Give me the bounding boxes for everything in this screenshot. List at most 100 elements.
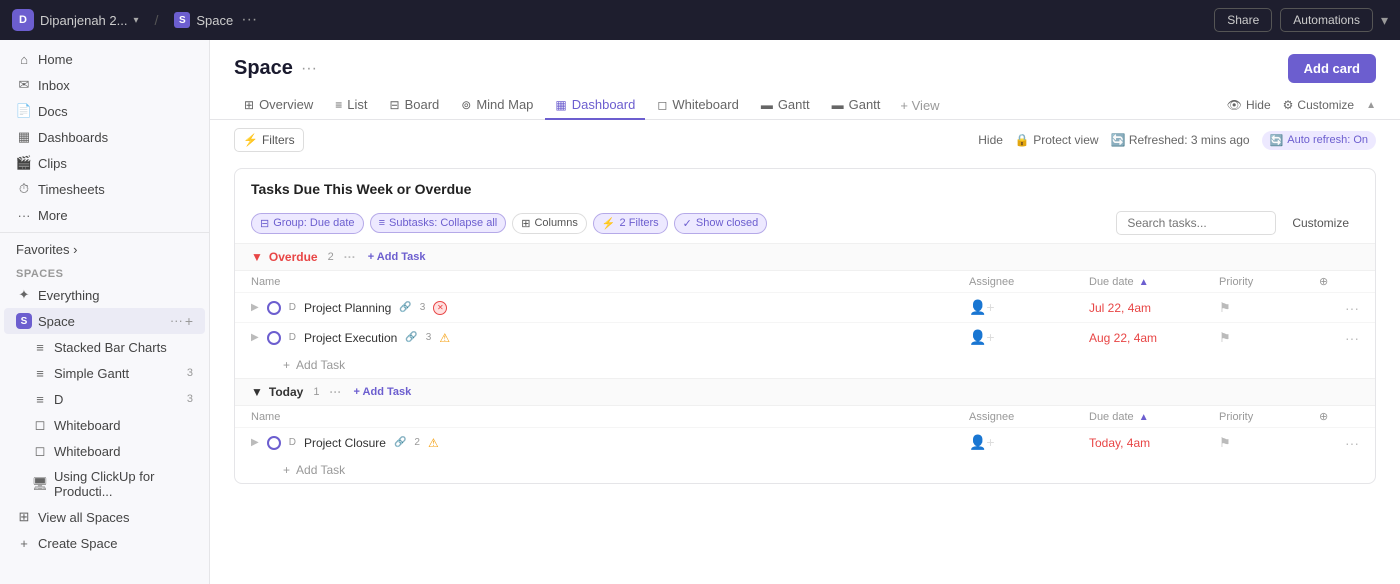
sidebar-favorites[interactable]: Favorites › <box>4 237 205 262</box>
row-dots-planning[interactable]: ··· <box>1345 300 1359 316</box>
tabs-collapse-icon[interactable]: ▲ <box>1366 100 1376 111</box>
sidebar-item-stacked-bar-charts[interactable]: ≡ Stacked Bar Charts <box>4 334 205 360</box>
task-search-input[interactable] <box>1116 211 1276 235</box>
space-dots-icon[interactable]: ··· <box>170 313 183 329</box>
workspace-switcher[interactable]: D Dipanjenah 2... ▾ <box>12 9 138 31</box>
group-overdue-label: Overdue <box>269 250 318 264</box>
sidebar-item-everything[interactable]: ✦ Everything <box>4 282 205 308</box>
sidebar-item-whiteboard2[interactable]: ◻ Whiteboard <box>4 438 205 464</box>
tab-overview-label: Overview <box>259 97 313 112</box>
tab-board[interactable]: ⊟ Board <box>380 91 450 120</box>
sidebar-item-more[interactable]: ··· More <box>4 202 205 228</box>
due-date-cell-execution[interactable]: Aug 22, 4am <box>1089 331 1219 345</box>
sidebar-item-view-all-spaces[interactable]: ⊞ View all Spaces <box>4 504 205 530</box>
sidebar-item-dashboards[interactable]: ▦ Dashboards <box>4 124 205 150</box>
filter-chip-subtasks[interactable]: ≡ Subtasks: Collapse all <box>370 213 507 233</box>
tab-mindmap[interactable]: ⊚ Mind Map <box>451 91 543 120</box>
tabs-customize-btn[interactable]: ⚙ Customize <box>1283 98 1354 112</box>
task-status-closure[interactable] <box>267 436 281 450</box>
filters-button[interactable]: ⚡ Filters <box>234 128 304 152</box>
gantt2-tab-icon: ▬ <box>832 98 844 112</box>
filter-chip-group-due-date[interactable]: ⊟ Group: Due date <box>251 213 364 234</box>
tab-whiteboard[interactable]: ◻ Whiteboard <box>647 91 748 120</box>
tab-mindmap-label: Mind Map <box>476 97 533 112</box>
due-date-cell-planning[interactable]: Jul 22, 4am <box>1089 301 1219 315</box>
sidebar-item-inbox[interactable]: ✉ Inbox <box>4 72 205 98</box>
collapse-icon[interactable]: ▾ <box>1381 12 1388 29</box>
task-d-label-closure: D <box>289 437 296 448</box>
due-date-cell-closure[interactable]: Today, 4am <box>1089 436 1219 450</box>
add-task-plus-today: + <box>283 463 290 477</box>
list-tab-icon: ≡ <box>335 98 342 112</box>
sidebar-item-simple-gantt[interactable]: ≡ Simple Gantt 3 <box>4 360 205 386</box>
assignee-placeholder-planning[interactable]: 👤+ <box>969 299 995 316</box>
priority-flag-execution[interactable]: ⚑ <box>1219 330 1231 346</box>
add-card-button[interactable]: Add card <box>1288 54 1376 83</box>
group-overdue-add[interactable]: + Add Task <box>368 251 426 263</box>
task-expand-planning[interactable]: ▶ <box>251 302 259 313</box>
add-task-today[interactable]: + Add Task <box>235 457 1375 483</box>
widget-customize-button[interactable]: Customize <box>1282 212 1359 234</box>
tabs-hide-btn[interactable]: 👁 Hide <box>1227 98 1271 112</box>
assignee-placeholder-execution[interactable]: 👤+ <box>969 329 995 346</box>
row-dots-execution[interactable]: ··· <box>1345 330 1359 346</box>
sidebar-item-whiteboard1[interactable]: ◻ Whiteboard <box>4 412 205 438</box>
auto-refresh-badge[interactable]: 🔄 Auto refresh: On <box>1262 131 1376 150</box>
sidebar-item-docs[interactable]: 📄 Docs <box>4 98 205 124</box>
task-name-closure[interactable]: Project Closure <box>304 436 386 450</box>
table-row: ▶ D Project Execution 🔗 3 ⚠ 👤+ Aug 22, 4… <box>235 322 1375 352</box>
d-count: 3 <box>187 393 193 405</box>
filter-chip-columns[interactable]: ⊞ Columns <box>512 213 587 234</box>
task-expand-execution[interactable]: ▶ <box>251 332 259 343</box>
task-status-planning[interactable] <box>267 301 281 315</box>
view-all-icon: ⊞ <box>16 509 32 525</box>
assignee-placeholder-closure[interactable]: 👤+ <box>969 434 995 451</box>
priority-flag-closure[interactable]: ⚑ <box>1219 435 1231 451</box>
task-expand-closure[interactable]: ▶ <box>251 437 259 448</box>
group-header-today[interactable]: ▼ Today 1 ··· + Add Task <box>235 378 1375 405</box>
group-today-dots[interactable]: ··· <box>329 385 341 399</box>
sidebar-item-space[interactable]: S Space ··· + <box>4 308 205 334</box>
task-status-execution[interactable] <box>267 331 281 345</box>
protect-view-label[interactable]: 🔒 Protect view <box>1015 133 1099 147</box>
priority-flag-planning[interactable]: ⚑ <box>1219 300 1231 316</box>
actions-cell-planning: ··· <box>1319 300 1359 316</box>
tab-dashboard[interactable]: ▦ Dashboard <box>545 91 645 120</box>
tab-overview[interactable]: ⊞ Overview <box>234 91 323 120</box>
task-name-planning[interactable]: Project Planning <box>304 301 391 315</box>
add-task-overdue[interactable]: + Add Task <box>235 352 1375 378</box>
sidebar-item-using-clickup[interactable]: 🖥 Using ClickUp for Producti... <box>4 464 205 504</box>
filter-chip-2filters-label: 2 Filters <box>620 217 659 229</box>
group-today-add[interactable]: + Add Task <box>353 386 411 398</box>
group-overdue-dots[interactable]: ··· <box>344 250 356 264</box>
group-overdue-collapse-icon: ▼ <box>251 250 263 264</box>
sidebar-item-create-space[interactable]: + Create Space <box>4 530 205 556</box>
actions-cell-closure: ··· <box>1319 435 1359 451</box>
task-name-execution[interactable]: Project Execution <box>304 331 397 345</box>
space-breadcrumb-dots[interactable]: ··· <box>241 11 257 29</box>
row-dots-closure[interactable]: ··· <box>1345 435 1359 451</box>
workspace-avatar: D <box>12 9 34 31</box>
sort-icon-overdue: ▲ <box>1139 277 1149 288</box>
filter-chip-2filters[interactable]: ⚡ 2 Filters <box>593 213 668 234</box>
tab-gantt2[interactable]: ▬ Gantt <box>822 91 891 120</box>
space-breadcrumb[interactable]: S Space ··· <box>174 11 257 29</box>
tab-list[interactable]: ≡ List <box>325 91 377 120</box>
group-header-overdue[interactable]: ▼ Overdue 2 ··· + Add Task <box>235 243 1375 270</box>
space-add-icon[interactable]: + <box>185 313 193 329</box>
tab-gantt1[interactable]: ▬ Gantt <box>751 91 820 120</box>
tab-add-view[interactable]: + View <box>892 92 947 119</box>
sidebar-item-d[interactable]: ≡ D 3 <box>4 386 205 412</box>
page-dots[interactable]: ··· <box>301 60 317 78</box>
group-due-date-icon: ⊟ <box>260 217 269 230</box>
tab-whiteboard-label: Whiteboard <box>672 97 738 112</box>
spaces-section-label: Spaces <box>0 262 209 282</box>
sidebar-item-timesheets[interactable]: ⏱ Timesheets <box>4 176 205 202</box>
tabs-bar: ⊞ Overview ≡ List ⊟ Board ⊚ Mind Map ▦ D… <box>210 83 1400 120</box>
hide-toolbar-label[interactable]: Hide <box>978 133 1003 147</box>
filter-chip-show-closed[interactable]: ✓ Show closed <box>674 213 768 234</box>
share-button[interactable]: Share <box>1214 8 1272 32</box>
automations-button[interactable]: Automations <box>1280 8 1373 32</box>
sidebar-item-clips[interactable]: 🎬 Clips <box>4 150 205 176</box>
sidebar-item-home[interactable]: ⌂ Home <box>4 46 205 72</box>
